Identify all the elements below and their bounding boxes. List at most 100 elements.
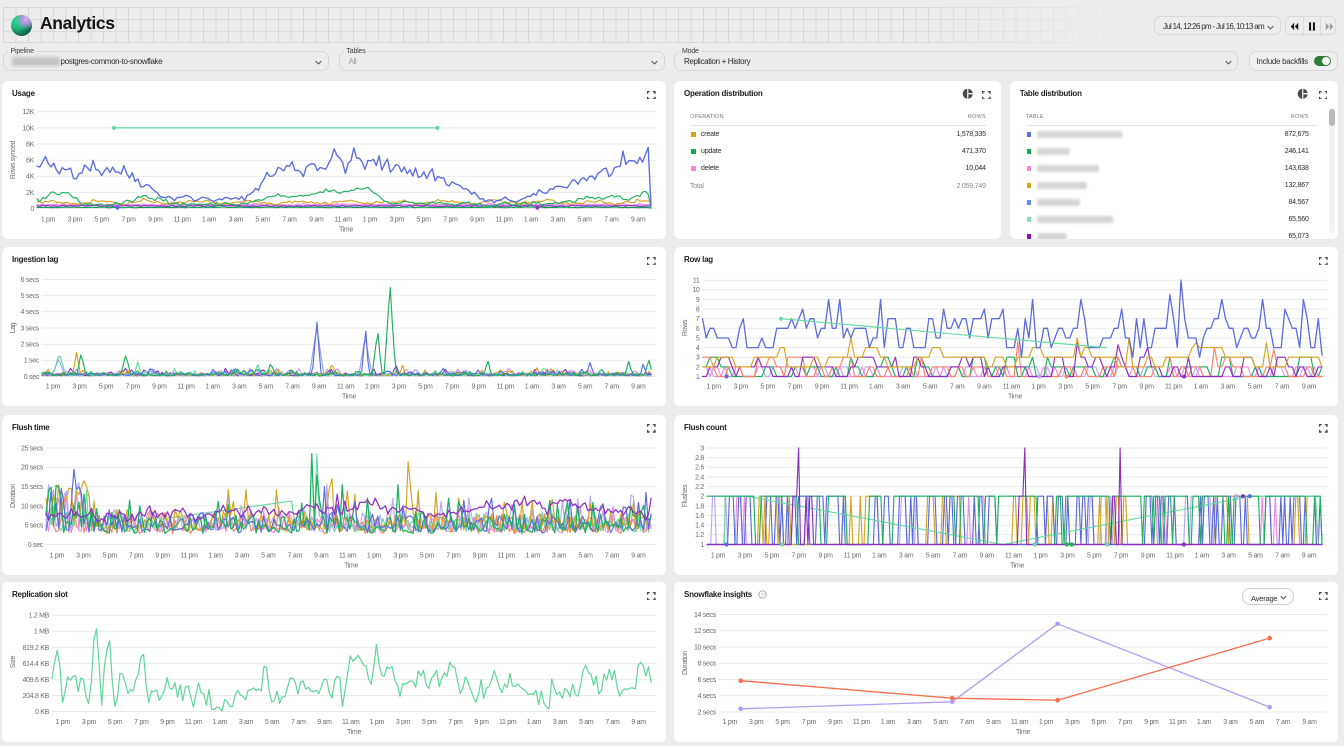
svg-text:3 pm: 3 pm	[738, 552, 753, 559]
svg-text:1 am: 1 am	[1194, 384, 1209, 391]
svg-text:3 am: 3 am	[907, 719, 922, 726]
svg-text:10 secs: 10 secs	[694, 644, 717, 651]
svg-text:9 pm: 9 pm	[818, 552, 833, 559]
svg-text:5 pm: 5 pm	[418, 384, 433, 391]
svg-text:11 am: 11 am	[1005, 552, 1023, 559]
svg-text:5 pm: 5 pm	[420, 552, 435, 559]
svg-text:Time: Time	[1016, 729, 1031, 736]
svg-text:1 am: 1 am	[527, 719, 542, 726]
svg-text:1 pm: 1 pm	[56, 719, 71, 726]
svg-text:5 pm: 5 pm	[1092, 719, 1107, 726]
svg-text:1 am: 1 am	[872, 552, 887, 559]
svg-text:9 pm: 9 pm	[148, 217, 163, 224]
svg-text:1 pm: 1 pm	[367, 552, 382, 559]
svg-text:5 am: 5 am	[1248, 384, 1263, 391]
svg-text:1 am: 1 am	[526, 552, 541, 559]
svg-text:8K: 8K	[26, 141, 35, 148]
svg-text:3 pm: 3 pm	[392, 384, 407, 391]
svg-text:9 am: 9 am	[317, 719, 332, 726]
svg-text:7 am: 7 am	[605, 552, 620, 559]
svg-text:7 pm: 7 pm	[121, 217, 136, 224]
svg-text:5 pm: 5 pm	[103, 552, 118, 559]
svg-text:11 pm: 11 pm	[495, 217, 513, 224]
svg-text:3 am: 3 am	[1221, 384, 1236, 391]
svg-text:3 am: 3 am	[239, 719, 254, 726]
svg-text:9 am: 9 am	[1302, 552, 1317, 559]
svg-text:7 pm: 7 pm	[1112, 384, 1127, 391]
svg-text:0 sec: 0 sec	[24, 374, 40, 381]
svg-text:9 pm: 9 pm	[155, 552, 170, 559]
svg-text:11 am: 11 am	[1003, 384, 1021, 391]
svg-text:9 am: 9 am	[986, 719, 1001, 726]
svg-text:Time: Time	[1008, 394, 1023, 401]
svg-text:7 am: 7 am	[605, 384, 620, 391]
svg-text:Time: Time	[347, 729, 362, 736]
svg-text:10K: 10K	[22, 125, 34, 132]
svg-text:1 pm: 1 pm	[1031, 384, 1046, 391]
svg-text:7 pm: 7 pm	[802, 719, 817, 726]
svg-text:3 pm: 3 pm	[749, 719, 764, 726]
svg-text:3 am: 3 am	[553, 719, 568, 726]
svg-text:14 secs: 14 secs	[694, 612, 717, 619]
svg-text:1 am: 1 am	[213, 719, 228, 726]
svg-text:1 pm: 1 pm	[365, 384, 380, 391]
svg-text:5 pm: 5 pm	[108, 719, 123, 726]
svg-text:1 am: 1 am	[1197, 719, 1212, 726]
svg-text:3 am: 3 am	[551, 217, 566, 224]
svg-text:8 secs: 8 secs	[698, 661, 717, 668]
svg-text:5 am: 5 am	[255, 217, 270, 224]
svg-text:5 secs: 5 secs	[21, 293, 40, 300]
svg-text:Size: Size	[10, 655, 17, 668]
svg-text:Rows: Rows	[682, 319, 689, 336]
svg-text:6 secs: 6 secs	[698, 677, 717, 684]
svg-text:3 am: 3 am	[552, 552, 567, 559]
svg-text:1 am: 1 am	[881, 719, 896, 726]
svg-text:9 am: 9 am	[631, 719, 646, 726]
svg-text:7 pm: 7 pm	[134, 719, 149, 726]
svg-text:7: 7	[696, 316, 700, 323]
svg-text:10 secs: 10 secs	[21, 503, 44, 510]
svg-text:9 pm: 9 pm	[472, 384, 487, 391]
svg-text:3 am: 3 am	[232, 384, 247, 391]
svg-text:7 pm: 7 pm	[788, 384, 803, 391]
svg-text:11 pm: 11 pm	[1165, 384, 1183, 391]
svg-text:9 pm: 9 pm	[1141, 552, 1156, 559]
svg-text:9 pm: 9 pm	[152, 384, 167, 391]
svg-text:1.2: 1.2	[695, 532, 704, 539]
svg-text:9 am: 9 am	[980, 552, 995, 559]
svg-text:11 am: 11 am	[339, 552, 357, 559]
svg-text:7 am: 7 am	[288, 552, 303, 559]
svg-text:Flushes: Flushes	[682, 484, 689, 507]
svg-text:0: 0	[30, 206, 34, 213]
svg-text:9 pm: 9 pm	[815, 384, 830, 391]
svg-text:1 pm: 1 pm	[706, 384, 721, 391]
svg-text:9 pm: 9 pm	[474, 719, 489, 726]
svg-text:7 pm: 7 pm	[446, 552, 461, 559]
svg-text:Time: Time	[1010, 562, 1025, 569]
svg-text:6 secs: 6 secs	[21, 277, 40, 284]
svg-text:6: 6	[696, 326, 700, 333]
svg-text:11 pm: 11 pm	[840, 384, 858, 391]
svg-text:7 am: 7 am	[285, 384, 300, 391]
svg-text:1 pm: 1 pm	[1033, 552, 1048, 559]
svg-text:5: 5	[696, 335, 700, 342]
svg-text:7 am: 7 am	[1276, 719, 1291, 726]
svg-text:1 MB: 1 MB	[34, 629, 50, 636]
svg-text:5 am: 5 am	[578, 384, 593, 391]
svg-text:10: 10	[692, 287, 700, 294]
svg-text:5 am: 5 am	[933, 719, 948, 726]
svg-text:5 secs: 5 secs	[25, 522, 44, 529]
svg-text:5 pm: 5 pm	[99, 384, 114, 391]
svg-text:2.4: 2.4	[695, 474, 704, 481]
svg-text:3 pm: 3 pm	[1065, 719, 1080, 726]
svg-text:614.4 KB: 614.4 KB	[23, 661, 50, 668]
svg-text:1 am: 1 am	[208, 552, 223, 559]
svg-text:5 am: 5 am	[923, 384, 938, 391]
svg-text:3 secs: 3 secs	[21, 325, 40, 332]
svg-text:5 pm: 5 pm	[1085, 384, 1100, 391]
svg-text:1 pm: 1 pm	[723, 719, 738, 726]
svg-text:3 pm: 3 pm	[68, 217, 83, 224]
svg-text:5 pm: 5 pm	[761, 384, 776, 391]
svg-text:1.4: 1.4	[695, 522, 704, 529]
svg-text:7 am: 7 am	[604, 217, 619, 224]
